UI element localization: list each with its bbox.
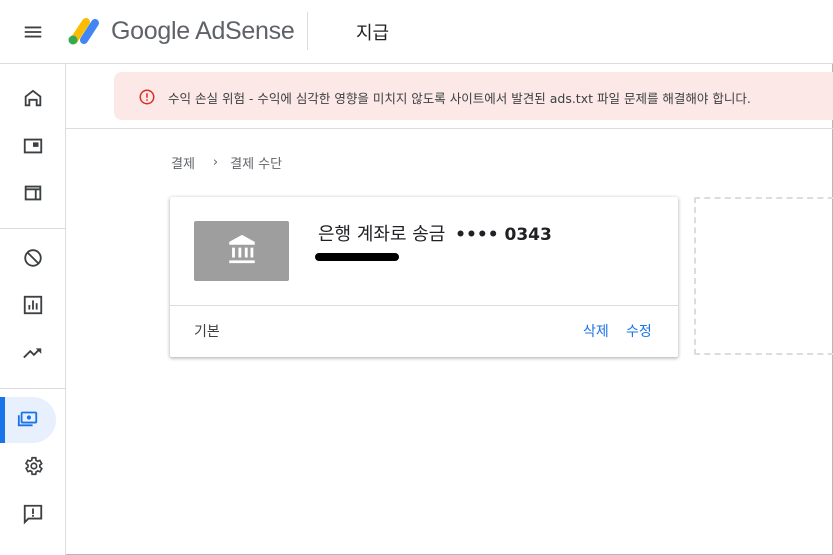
redacted-account-holder: [315, 253, 399, 261]
alert-message[interactable]: 수익 손실 위험 - 수익에 심각한 영향을 미치지 않도록 사이트에서 발견된…: [168, 88, 751, 107]
brand-name: Google AdSense: [111, 17, 295, 45]
top-bar: Google AdSense 지급: [0, 0, 833, 64]
page-title: 지급: [356, 23, 390, 44]
primary-status-label: 기본: [194, 324, 220, 340]
masked-account-number: •••• 0343: [455, 225, 552, 245]
nav-optimization[interactable]: [0, 332, 65, 378]
blocking-controls-icon: [22, 247, 44, 273]
nav-home[interactable]: [0, 77, 65, 123]
edit-button[interactable]: 수정: [626, 321, 652, 341]
sites-icon: [22, 135, 44, 161]
bank-icon: [225, 232, 259, 270]
home-icon: [22, 87, 44, 113]
breadcrumb-payment-methods: 결제 수단: [230, 157, 283, 172]
nav-reports[interactable]: [0, 284, 65, 330]
payments-icon: [17, 407, 39, 433]
adsense-logo-icon: [66, 16, 102, 46]
nav-sites[interactable]: [0, 125, 65, 171]
header-divider: [307, 12, 308, 50]
feedback-icon: [22, 503, 44, 529]
optimization-icon: [22, 342, 44, 368]
error-icon: [138, 88, 156, 106]
breadcrumb-payments[interactable]: 결제: [171, 153, 195, 172]
nav-separator: [0, 228, 65, 229]
payment-method-type: 은행 계좌로 송금: [318, 224, 446, 245]
nav-blocking-controls[interactable]: [0, 237, 65, 283]
breadcrumb: 결제 › 결제 수단: [171, 153, 282, 172]
menu-icon[interactable]: [22, 21, 44, 43]
payment-method-name: 은행 계좌로 송금 •••• 0343: [318, 220, 552, 246]
ads-icon: [22, 182, 44, 208]
nav-separator: [0, 388, 65, 389]
reports-icon: [22, 294, 44, 320]
nav-settings[interactable]: [0, 445, 65, 491]
add-payment-method-card[interactable]: [694, 197, 833, 355]
sidebar: [0, 64, 66, 555]
payment-method-card: 은행 계좌로 송금 •••• 0343 기본 삭제 수정: [170, 197, 678, 357]
chevron-right-icon: ›: [212, 155, 219, 170]
nav-payments[interactable]: [0, 397, 56, 443]
settings-icon: [22, 455, 44, 481]
card-divider: [170, 305, 678, 306]
nav-ads[interactable]: [0, 172, 65, 218]
nav-feedback[interactable]: [0, 493, 65, 539]
delete-button[interactable]: 삭제: [583, 321, 609, 341]
ads-txt-alert-banner: 수익 손실 위험 - 수익에 심각한 영향을 미치지 않도록 사이트에서 발견된…: [114, 72, 833, 120]
bank-thumbnail: [194, 221, 289, 281]
alert-area: 수익 손실 위험 - 수익에 심각한 영향을 미치지 않도록 사이트에서 발견된…: [66, 64, 833, 129]
